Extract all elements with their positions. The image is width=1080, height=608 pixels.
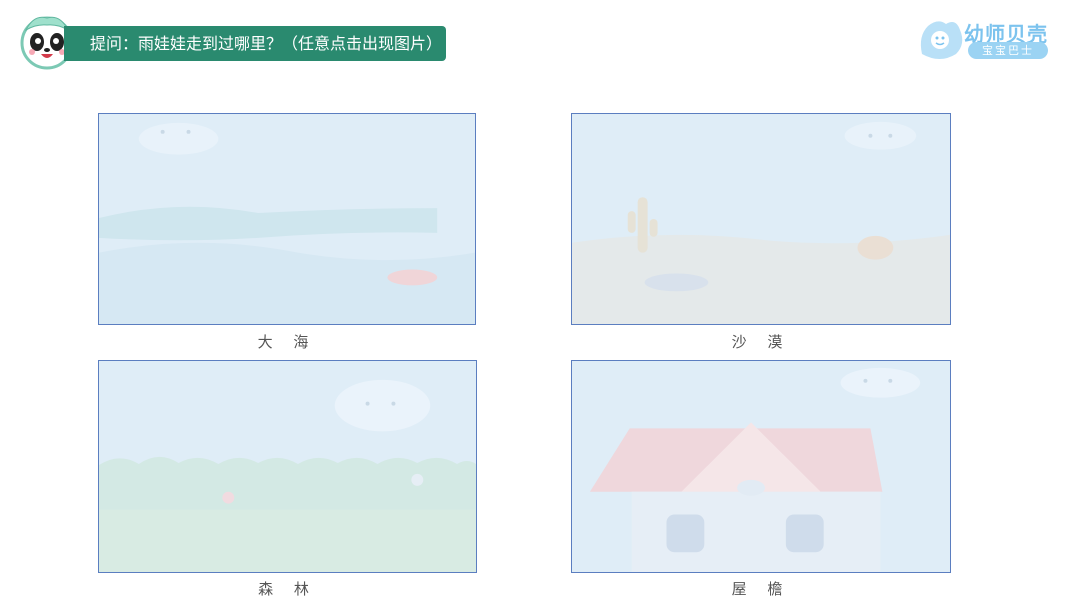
card-label-desert: 沙 漠	[731, 333, 791, 351]
ocean-scene-image	[99, 114, 475, 324]
image-card-forest[interactable]	[98, 360, 477, 573]
card-label-ocean: 大 海	[257, 333, 317, 351]
forest-scene-image	[99, 361, 476, 572]
brand-subtitle: 宝宝巴士	[968, 42, 1048, 59]
desert-scene-image	[572, 114, 950, 324]
image-card-desert[interactable]	[571, 113, 951, 325]
card-label-eaves: 屋 檐	[731, 580, 791, 598]
image-card-ocean[interactable]	[98, 113, 476, 325]
image-card-eaves[interactable]	[571, 360, 951, 573]
question-banner: 提问：雨娃娃走到过哪里？（任意点击出现图片）	[64, 26, 446, 61]
question-text: 提问：雨娃娃走到过哪里？（任意点击出现图片）	[90, 34, 443, 53]
eaves-scene-image	[572, 361, 950, 572]
card-label-forest: 森 林	[258, 580, 317, 598]
